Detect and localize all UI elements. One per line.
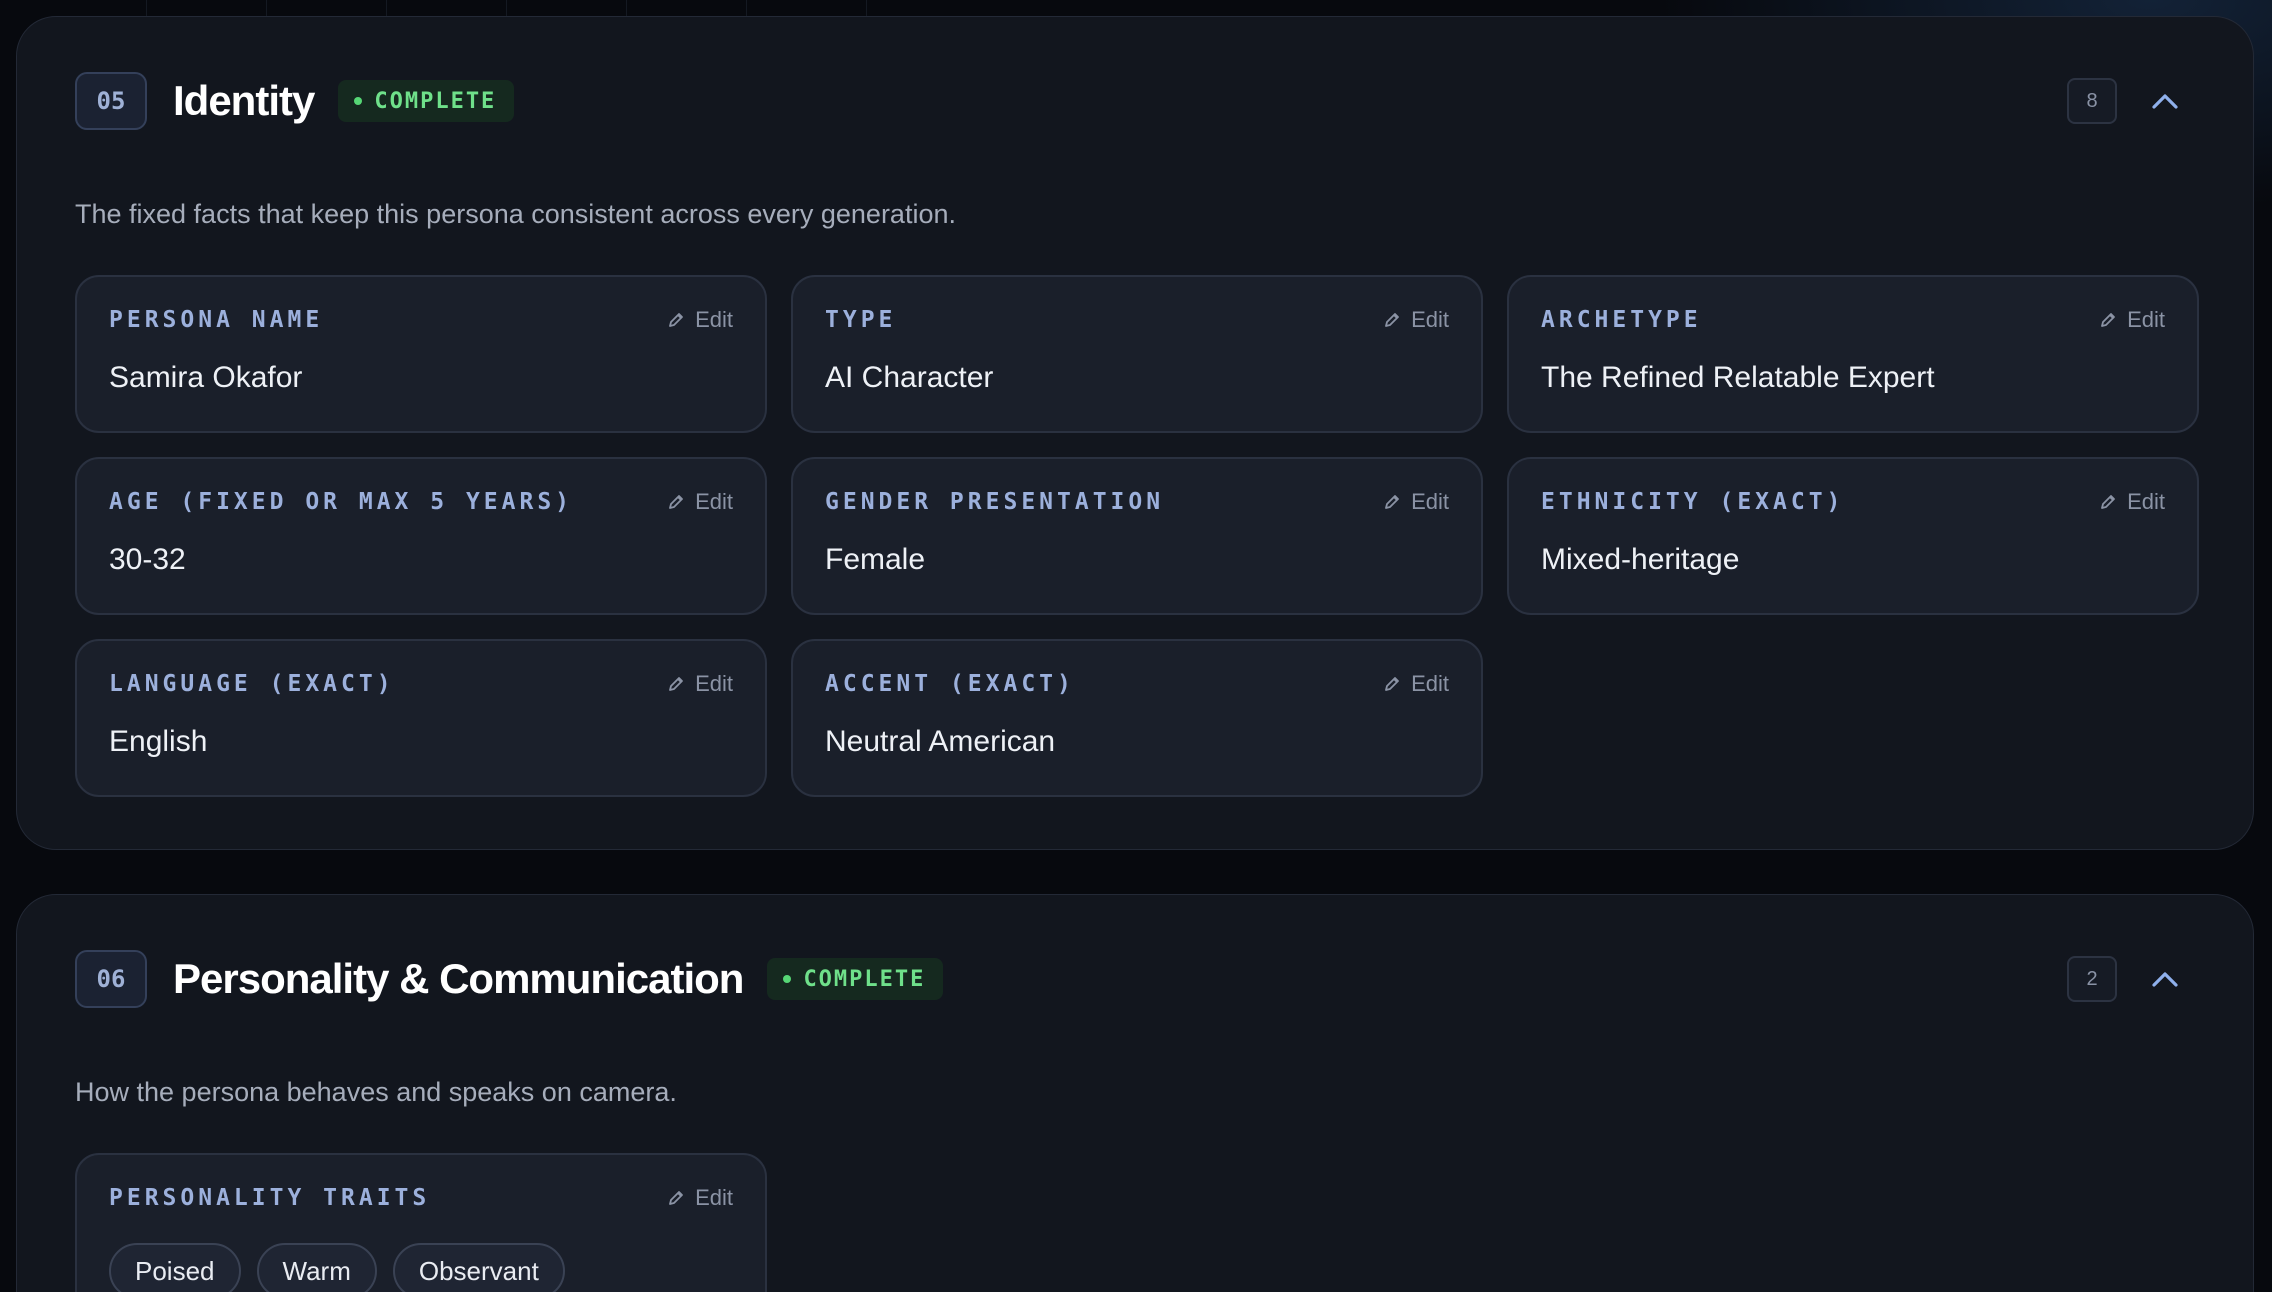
field-card-persona-name: PERSONA NAME Edit Samira Okafor <box>75 275 767 433</box>
pencil-icon <box>1385 677 1399 691</box>
trait-chip[interactable]: Warm <box>256 1243 377 1292</box>
status-dot-icon <box>354 97 363 105</box>
field-value: Mixed-heritage <box>1541 543 1740 576</box>
field-card-age: AGE (FIXED OR MAX 5 YEARS) Edit 30-32 <box>75 457 767 615</box>
section-header[interactable]: 05 Identity COMPLETE 8 <box>75 71 2195 131</box>
field-card-ethnicity: ETHNICITY (EXACT) Edit Mixed-heritage <box>1507 457 2199 615</box>
section-title: Identity <box>173 77 315 124</box>
pencil-icon <box>1385 313 1399 327</box>
section-number: 05 <box>75 72 147 130</box>
field-value: Samira Okafor <box>109 361 303 394</box>
edit-label: Edit <box>2127 307 2165 332</box>
pencil-icon <box>669 313 683 327</box>
trait-chip[interactable]: Observant <box>392 1243 565 1292</box>
field-label: ETHNICITY (EXACT) <box>1541 489 1845 515</box>
edit-button[interactable]: Edit <box>2099 307 2165 333</box>
field-value: 30-32 <box>109 543 186 576</box>
pencil-icon <box>669 677 683 691</box>
status-badge: COMPLETE <box>767 958 944 1000</box>
edit-button[interactable]: Edit <box>667 307 733 333</box>
section-number: 06 <box>75 950 147 1008</box>
field-card-language: LANGUAGE (EXACT) Edit English <box>75 639 767 797</box>
status-label: COMPLETE <box>803 966 926 992</box>
edit-label: Edit <box>695 671 733 696</box>
edit-label: Edit <box>695 489 733 514</box>
edit-button[interactable]: Edit <box>1383 489 1449 515</box>
edit-button[interactable]: Edit <box>667 1185 733 1211</box>
field-card-personality-traits: PERSONALITY TRAITS Edit Poised Warm Obse… <box>75 1153 767 1292</box>
field-label: LANGUAGE (EXACT) <box>109 671 395 697</box>
edit-label: Edit <box>1411 307 1449 332</box>
field-label: TYPE <box>825 307 897 333</box>
edit-button[interactable]: Edit <box>1383 671 1449 697</box>
edit-label: Edit <box>2127 489 2165 514</box>
edit-button[interactable]: Edit <box>667 489 733 515</box>
field-card-archetype: ARCHETYPE Edit The Refined Relatable Exp… <box>1507 275 2199 433</box>
edit-button[interactable]: Edit <box>667 671 733 697</box>
pencil-icon <box>669 495 683 509</box>
field-value: AI Character <box>825 361 994 394</box>
field-card-type: TYPE Edit AI Character <box>791 275 1483 433</box>
chevron-up-icon[interactable] <box>2149 85 2181 117</box>
field-value: Neutral American <box>825 725 1056 758</box>
field-card-accent: ACCENT (EXACT) Edit Neutral American <box>791 639 1483 797</box>
edit-label: Edit <box>1411 671 1449 696</box>
trait-chip-list: Poised Warm Observant <box>109 1243 565 1292</box>
field-label: PERSONA NAME <box>109 307 324 333</box>
field-label: ARCHETYPE <box>1541 307 1702 333</box>
pencil-icon <box>2101 313 2115 327</box>
edit-button[interactable]: Edit <box>1383 307 1449 333</box>
trait-chip[interactable]: Poised <box>109 1243 241 1292</box>
personality-section: 06 Personality & Communication COMPLETE … <box>16 894 2254 1292</box>
edit-label: Edit <box>695 307 733 332</box>
field-count-badge: 8 <box>2067 78 2117 124</box>
edit-label: Edit <box>695 1185 733 1210</box>
status-dot-icon <box>783 975 792 983</box>
field-label: AGE (FIXED OR MAX 5 YEARS) <box>109 489 574 515</box>
identity-section: 05 Identity COMPLETE 8 The fixed facts t… <box>16 16 2254 850</box>
edit-label: Edit <box>1411 489 1449 514</box>
field-count-badge: 2 <box>2067 956 2117 1002</box>
status-badge: COMPLETE <box>338 80 515 122</box>
edit-button[interactable]: Edit <box>2099 489 2165 515</box>
field-value: English <box>109 725 208 758</box>
field-value: Female <box>825 543 926 576</box>
pencil-icon <box>669 1191 683 1205</box>
section-header[interactable]: 06 Personality & Communication COMPLETE … <box>75 949 2195 1009</box>
field-value: The Refined Relatable Expert <box>1541 361 1935 394</box>
chevron-up-icon[interactable] <box>2149 963 2181 995</box>
pencil-icon <box>2101 495 2115 509</box>
section-title: Personality & Communication <box>173 955 744 1002</box>
section-description: How the persona behaves and speaks on ca… <box>75 1077 677 1107</box>
section-description: The fixed facts that keep this persona c… <box>75 199 956 229</box>
field-label: ACCENT (EXACT) <box>825 671 1075 697</box>
field-label: GENDER PRESENTATION <box>825 489 1165 515</box>
field-label: PERSONALITY TRAITS <box>109 1185 431 1211</box>
pencil-icon <box>1385 495 1399 509</box>
field-card-gender-presentation: GENDER PRESENTATION Edit Female <box>791 457 1483 615</box>
status-label: COMPLETE <box>374 88 497 114</box>
